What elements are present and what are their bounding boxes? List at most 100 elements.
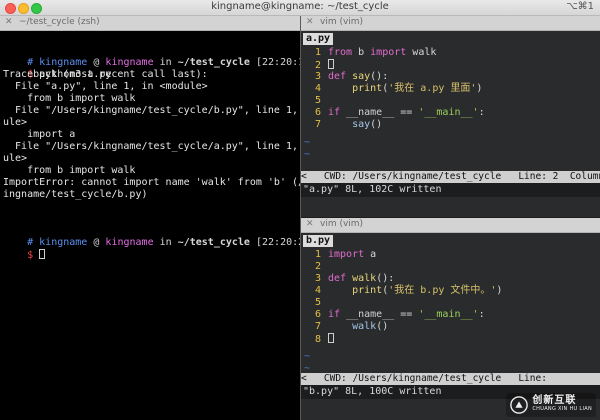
- code-token: ():: [370, 71, 389, 82]
- vim-pane-b[interactable]: b.py 1 import a 2 3 def walk(): 4 print('我在 b…: [301, 233, 600, 373]
- code-line[interactable]: 1 from b import walk: [301, 47, 436, 59]
- code-token: ==: [394, 107, 419, 118]
- close-tab-icon[interactable]: ✕: [306, 219, 314, 229]
- code-line[interactable]: 2: [301, 261, 328, 273]
- code-line[interactable]: 2: [301, 59, 334, 71]
- logo-icon: [510, 396, 529, 414]
- vim-buffer-tab[interactable]: a.py: [303, 33, 334, 45]
- close-tab-icon[interactable]: ✕: [5, 17, 13, 27]
- code-token: :: [478, 107, 485, 118]
- tab-title: vim (vim): [320, 219, 364, 229]
- code-token: say: [352, 119, 371, 130]
- code-token: __name__: [346, 309, 395, 320]
- code-token: '我在 b.py 文件中。': [388, 285, 497, 296]
- vim-pane-a[interactable]: a.py 1 from b import walk 2 3 def say(): 4 pr…: [301, 31, 600, 171]
- line-number: 7: [314, 119, 321, 130]
- code-token: def: [328, 273, 347, 284]
- line-number: 5: [314, 95, 321, 106]
- traceback-line: ingname/test_cycle/b.py): [3, 189, 148, 200]
- terminal-pane[interactable]: # kingname @ kingname in ~/test_cycle [2…: [0, 31, 300, 420]
- code-token: ): [496, 285, 503, 296]
- code-token: walk: [352, 321, 377, 332]
- window-title: kingname@kingname: ~/test_cycle: [211, 1, 389, 12]
- code-token: walk: [406, 47, 437, 58]
- code-line[interactable]: 6 if __name__ == '__main__':: [301, 309, 485, 321]
- code-token: b: [352, 47, 371, 58]
- code-line[interactable]: 3 def say():: [301, 71, 388, 83]
- line-number: 6: [314, 309, 321, 320]
- vim-cursor: [328, 59, 334, 69]
- code-token: def: [328, 71, 347, 82]
- tab-vim-top[interactable]: ✕ vim (vim): [301, 16, 600, 31]
- code-line[interactable]: 5: [301, 95, 328, 107]
- code-token: from: [328, 47, 353, 58]
- vim-statusline: < CWD: /Users/kingname/test_cycle Line: …: [301, 171, 600, 183]
- close-tab-icon[interactable]: ✕: [306, 17, 314, 27]
- vim-message: "b.py" 8L, 100C written: [303, 386, 442, 397]
- traceback-line: File "a.py", line 1, in <module>: [3, 81, 208, 92]
- line-number: 3: [314, 273, 321, 284]
- traceback-line: ImportError: cannot import name 'walk' f…: [3, 177, 300, 188]
- code-line[interactable]: 5: [301, 297, 328, 309]
- code-line[interactable]: 7 walk(): [301, 321, 388, 333]
- code-token: ():: [376, 273, 395, 284]
- traceback-line: File "/Users/kingname/test_cycle/a.py", …: [15, 141, 299, 152]
- code-token: if: [328, 107, 341, 118]
- watermark-en: CHUANG XIN HU LIAN: [532, 406, 592, 412]
- code-token: (): [376, 321, 389, 332]
- terminal-cursor: [39, 249, 46, 259]
- empty-line-marker: ~: [304, 149, 311, 160]
- line-number: 1: [314, 249, 321, 260]
- input-line[interactable]: $: [3, 237, 46, 274]
- empty-line-marker: ~: [304, 363, 311, 373]
- code-token: a: [364, 249, 377, 260]
- tab-zsh[interactable]: ✕ ~/test_cycle (zsh): [0, 16, 300, 31]
- line-number: 3: [314, 71, 321, 82]
- traceback-line: from b import walk: [3, 93, 136, 104]
- vim-cursor: [328, 333, 334, 343]
- vim-message: "a.py" 8L, 102C written: [303, 184, 442, 195]
- traceback-line: Traceback (most recent call last):: [3, 69, 208, 80]
- code-line[interactable]: 4 print('我在 b.py 文件中。'): [301, 285, 502, 297]
- code-token: (): [370, 119, 383, 130]
- line-number: 2: [314, 261, 321, 272]
- line-number: 5: [314, 297, 321, 308]
- line-number: 8: [314, 334, 321, 345]
- code-token: :: [478, 309, 485, 320]
- vim-buffer-tab[interactable]: b.py: [303, 235, 334, 247]
- line-number: 6: [314, 107, 321, 118]
- traceback-line: from b import walk: [3, 165, 136, 176]
- code-token: __name__: [346, 107, 395, 118]
- code-line[interactable]: 4 print('我在 a.py 里面'): [301, 83, 482, 95]
- traceback-line: ule>: [3, 117, 28, 128]
- code-line[interactable]: 6 if __name__ == '__main__':: [301, 107, 485, 119]
- code-token: import: [328, 249, 365, 260]
- code-token: '__main__': [418, 107, 479, 118]
- window-shortcut-label: ⌥⌘1: [566, 1, 594, 12]
- empty-line-marker: ~: [304, 351, 311, 362]
- code-token: '我在 a.py 里面': [388, 83, 477, 94]
- traceback-line: File "/Users/kingname/test_cycle/b.py", …: [15, 105, 299, 116]
- vim-statusline: < CWD: /Users/kingname/test_cycle Line:: [301, 373, 600, 385]
- line-number: 4: [314, 83, 321, 94]
- code-line[interactable]: 7 say(): [301, 119, 382, 131]
- tab-vim-bottom[interactable]: ✕ vim (vim): [301, 218, 600, 233]
- code-line[interactable]: 8: [301, 333, 334, 345]
- watermark-cn: 创新互联: [532, 395, 577, 406]
- tab-title: vim (vim): [320, 17, 364, 27]
- code-line[interactable]: 1 import a: [301, 249, 376, 261]
- window-titlebar: kingname@kingname: ~/test_cycle ⌥⌘1: [0, 0, 600, 16]
- code-token: '__main__': [418, 309, 479, 320]
- code-token: walk: [352, 273, 377, 284]
- traceback-line: import a: [3, 129, 76, 140]
- code-line[interactable]: 3 def walk():: [301, 273, 394, 285]
- line-number: 1: [314, 47, 321, 58]
- watermark-logo: 创新互联 CHUANG XIN HU LIAN: [506, 393, 596, 417]
- code-token: import: [370, 47, 407, 58]
- tab-title: ~/test_cycle (zsh): [19, 17, 100, 27]
- traceback-line: ule>: [3, 153, 28, 164]
